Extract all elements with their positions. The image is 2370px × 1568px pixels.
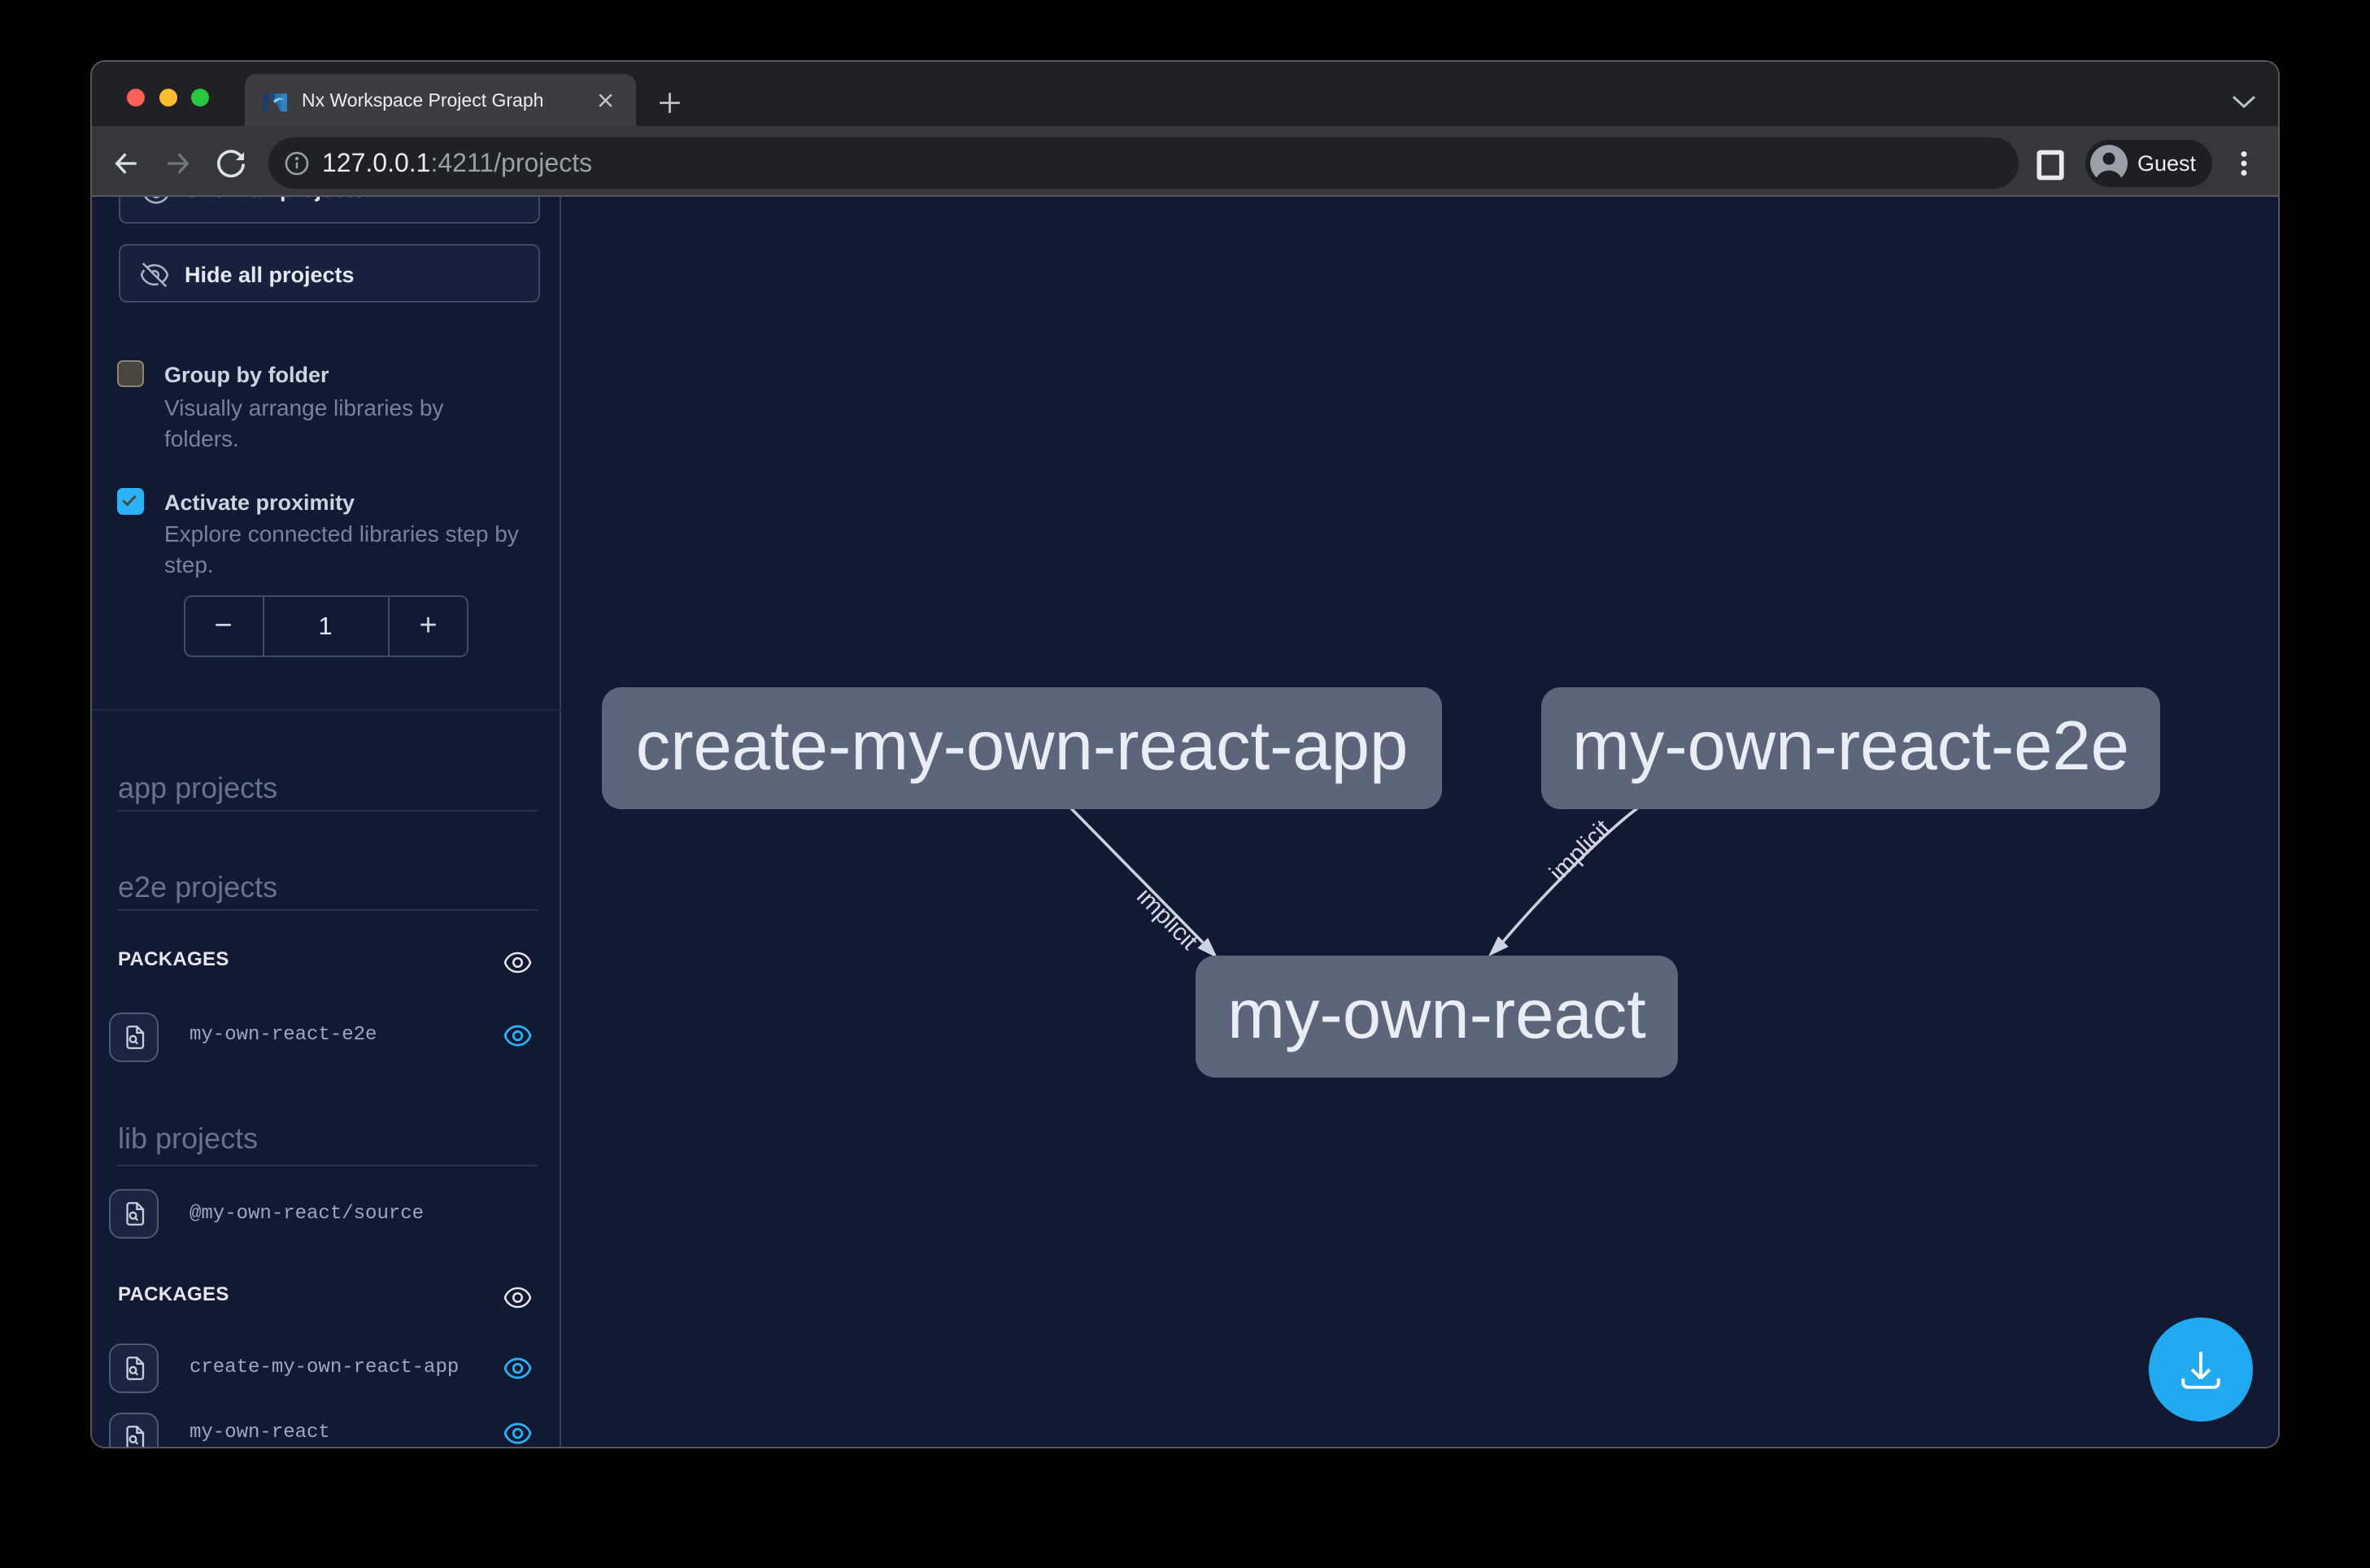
svg-text:implicit: implicit [1131, 883, 1203, 956]
svg-text:implicit: implicit [1544, 814, 1617, 886]
